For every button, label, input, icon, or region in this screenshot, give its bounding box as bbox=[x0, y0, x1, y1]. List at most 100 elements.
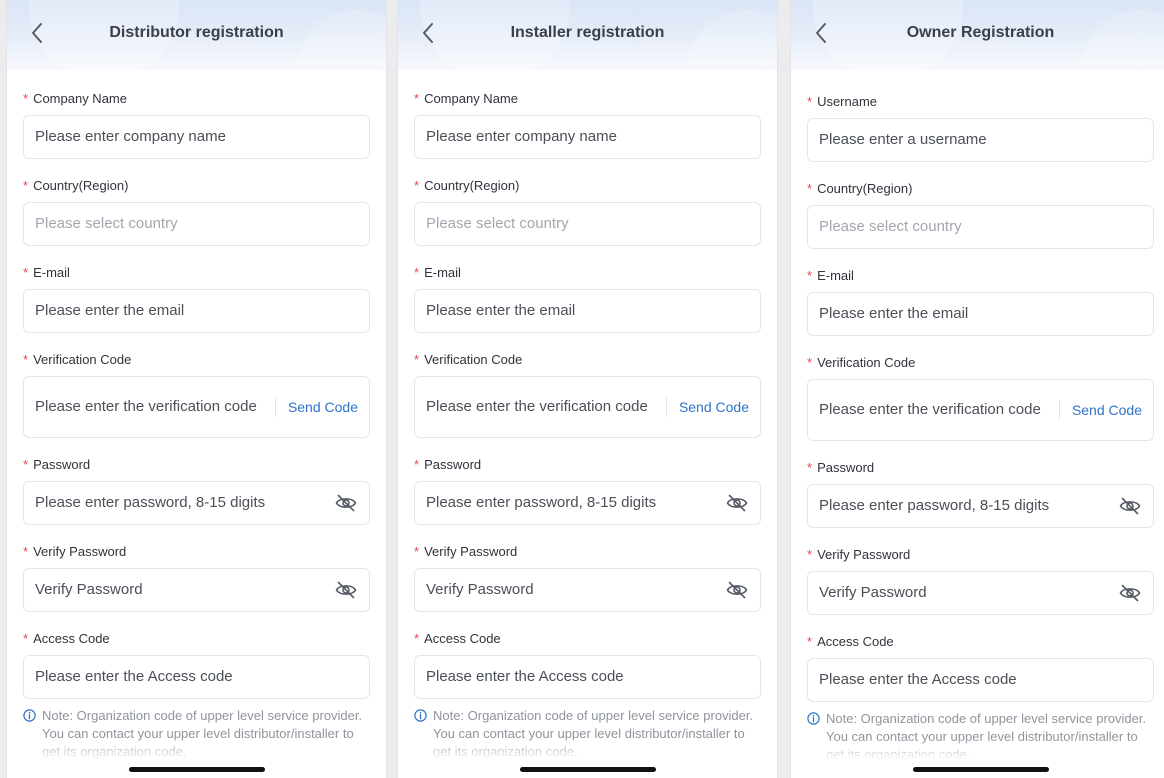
e-mail-label: * E-mail bbox=[414, 262, 761, 284]
field-label-text: Verify Password bbox=[33, 544, 127, 559]
required-marker: * bbox=[807, 634, 813, 649]
required-marker: * bbox=[23, 544, 29, 559]
eye-slash-icon[interactable] bbox=[725, 578, 749, 602]
input-placeholder: Please select country bbox=[819, 218, 962, 235]
verification-code-input[interactable]: Please enter the verification code Send C… bbox=[414, 376, 761, 438]
verify-password-label: * Verify Password bbox=[23, 541, 370, 563]
eye-slash-icon[interactable] bbox=[1118, 494, 1142, 518]
home-indicator bbox=[519, 767, 656, 772]
header: Installer registration bbox=[398, 0, 777, 70]
registration-form: * Company Name Please enter company name * C… bbox=[398, 88, 777, 761]
password-label: * Password bbox=[414, 454, 761, 476]
country-region-label: * Country(Region) bbox=[414, 175, 761, 197]
country-region-input[interactable]: Please select country bbox=[23, 202, 370, 246]
access-code-input[interactable]: Please enter the Access code bbox=[414, 655, 761, 699]
field-label-text: Country(Region) bbox=[424, 178, 520, 193]
company-name-input[interactable]: Please enter company name bbox=[414, 115, 761, 159]
input-placeholder: Please enter password, 8-15 digits bbox=[426, 494, 657, 511]
page-title: Distributor registration bbox=[109, 24, 284, 41]
e-mail-input[interactable]: Please enter the email bbox=[23, 289, 370, 333]
password-input[interactable]: Please enter password, 8-15 digits bbox=[23, 481, 370, 525]
username-input[interactable]: Please enter a username bbox=[807, 118, 1154, 162]
input-placeholder: Please enter the email bbox=[35, 302, 185, 319]
country-region-input[interactable]: Please select country bbox=[414, 202, 761, 246]
field-label-text: E-mail bbox=[424, 265, 461, 280]
input-placeholder: Please select country bbox=[426, 215, 569, 232]
field-label-text: E-mail bbox=[817, 268, 854, 283]
verify-password-input[interactable]: Verify Password bbox=[23, 568, 370, 612]
required-marker: * bbox=[23, 352, 29, 367]
input-placeholder: Please enter the verification code bbox=[35, 398, 257, 415]
password-label: * Password bbox=[23, 454, 370, 476]
eye-slash-icon[interactable] bbox=[725, 491, 749, 515]
access-code-label: * Access Code bbox=[807, 631, 1154, 653]
password-input[interactable]: Please enter password, 8-15 digits bbox=[414, 481, 761, 525]
registration-form: * Username Please enter a username * Country… bbox=[791, 91, 1164, 764]
field-label-text: Verify Password bbox=[424, 544, 518, 559]
send-code-button[interactable]: Send Code bbox=[665, 397, 749, 417]
required-marker: * bbox=[414, 544, 420, 559]
e-mail-input[interactable]: Please enter the email bbox=[414, 289, 761, 333]
field-label-text: Username bbox=[817, 94, 878, 109]
home-indicator bbox=[912, 767, 1049, 772]
required-marker: * bbox=[807, 181, 813, 196]
header: Distributor registration bbox=[7, 0, 386, 70]
verification-code-input[interactable]: Please enter the verification code Send C… bbox=[807, 379, 1154, 441]
page-title: Owner Registration bbox=[906, 24, 1055, 41]
username-label: * Username bbox=[807, 91, 1154, 113]
input-placeholder: Please enter password, 8-15 digits bbox=[35, 494, 266, 511]
country-region-label: * Country(Region) bbox=[23, 175, 370, 197]
field-label-text: Access Code bbox=[424, 631, 501, 646]
required-marker: * bbox=[23, 178, 29, 193]
password-input[interactable]: Please enter password, 8-15 digits bbox=[807, 484, 1154, 528]
bottom-fade bbox=[791, 738, 1164, 778]
field-label-text: Verification Code bbox=[817, 355, 916, 370]
required-marker: * bbox=[414, 91, 420, 106]
verification-code-label: * Verification Code bbox=[414, 349, 761, 371]
company-name-input[interactable]: Please enter company name bbox=[23, 115, 370, 159]
verify-password-input[interactable]: Verify Password bbox=[807, 571, 1154, 615]
required-marker: * bbox=[807, 547, 813, 562]
field-label-text: Company Name bbox=[424, 91, 518, 106]
send-code-button[interactable]: Send Code bbox=[274, 397, 358, 417]
verify-password-input[interactable]: Verify Password bbox=[414, 568, 761, 612]
e-mail-input[interactable]: Please enter the email bbox=[807, 292, 1154, 336]
company-name-label: * Company Name bbox=[414, 88, 761, 110]
eye-slash-icon[interactable] bbox=[334, 578, 358, 602]
required-marker: * bbox=[414, 631, 420, 646]
e-mail-label: * E-mail bbox=[23, 262, 370, 284]
required-marker: * bbox=[807, 355, 813, 370]
country-region-label: * Country(Region) bbox=[807, 178, 1154, 200]
input-placeholder: Please enter the verification code bbox=[819, 401, 1041, 418]
e-mail-label: * E-mail bbox=[807, 265, 1154, 287]
input-placeholder: Verify Password bbox=[819, 584, 927, 601]
send-code-button[interactable]: Send Code bbox=[1058, 400, 1142, 420]
field-label-text: Country(Region) bbox=[33, 178, 129, 193]
bottom-fade bbox=[398, 738, 777, 778]
input-placeholder: Please select country bbox=[35, 215, 178, 232]
home-indicator bbox=[128, 767, 265, 772]
input-placeholder: Please enter the Access code bbox=[819, 671, 1017, 688]
access-code-label: * Access Code bbox=[414, 628, 761, 650]
field-label-text: Access Code bbox=[817, 634, 894, 649]
access-code-input[interactable]: Please enter the Access code bbox=[807, 658, 1154, 702]
field-label-text: Password bbox=[424, 457, 482, 472]
field-label-text: Country(Region) bbox=[817, 181, 913, 196]
access-code-input[interactable]: Please enter the Access code bbox=[23, 655, 370, 699]
required-marker: * bbox=[23, 91, 29, 106]
eye-slash-icon[interactable] bbox=[334, 491, 358, 515]
verification-code-input[interactable]: Please enter the verification code Send C… bbox=[23, 376, 370, 438]
required-marker: * bbox=[807, 94, 813, 109]
input-placeholder: Please enter a username bbox=[819, 131, 987, 148]
field-label-text: Company Name bbox=[33, 91, 127, 106]
required-marker: * bbox=[23, 265, 29, 280]
verify-password-label: * Verify Password bbox=[414, 541, 761, 563]
country-region-input[interactable]: Please select country bbox=[807, 205, 1154, 249]
eye-slash-icon[interactable] bbox=[1118, 581, 1142, 605]
field-label-text: Password bbox=[817, 460, 875, 475]
installer-registration-panel: Installer registration * Company Name Pleas… bbox=[398, 0, 777, 778]
input-placeholder: Please enter the email bbox=[426, 302, 576, 319]
input-placeholder: Please enter the email bbox=[819, 305, 969, 322]
field-label-text: Verify Password bbox=[817, 547, 911, 562]
field-label-text: Verification Code bbox=[33, 352, 132, 367]
